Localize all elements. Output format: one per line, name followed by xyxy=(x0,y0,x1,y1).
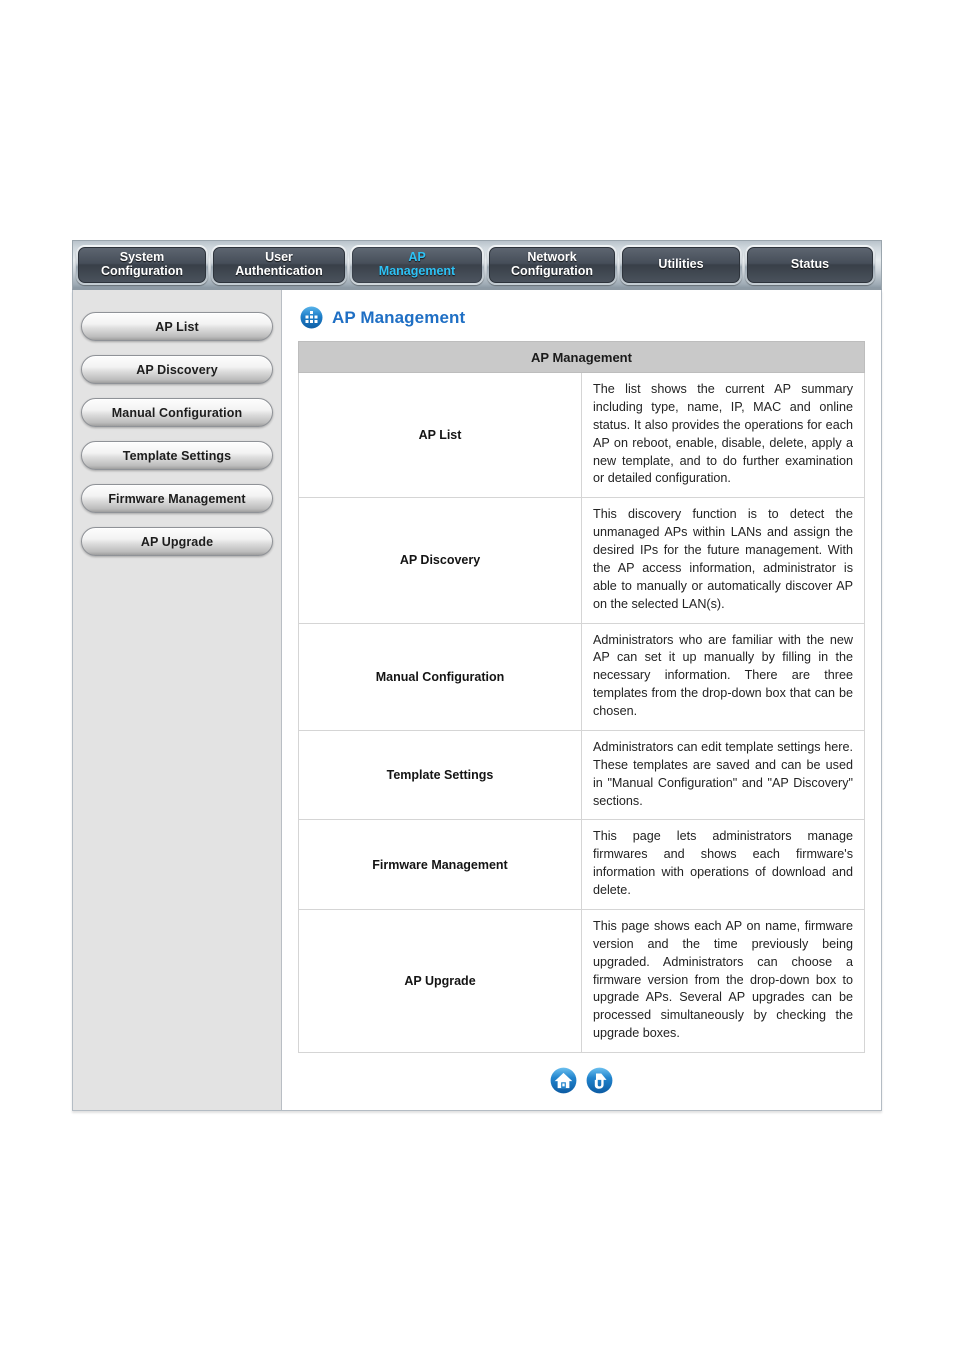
tab-ap-management-label-line2: Management xyxy=(378,263,456,278)
table-row: AP Upgrade This page shows each AP on na… xyxy=(298,908,865,1054)
sidebar-item-manual-configuration[interactable]: Manual Configuration xyxy=(81,398,273,427)
row-description-manual-configuration: Administrators who are familiar with the… xyxy=(581,622,865,731)
tab-system-configuration-label-line1: System xyxy=(119,250,165,264)
row-name-manual-configuration: Manual Configuration xyxy=(298,622,582,731)
tab-user-authentication-inner: User Authentication xyxy=(213,246,345,283)
back-to-top-icon[interactable] xyxy=(586,1067,613,1094)
sidebar-item-firmware-management[interactable]: Firmware Management xyxy=(81,484,273,513)
tab-ap-management[interactable]: AP Management xyxy=(350,244,484,285)
table-row: AP List The list shows the current AP su… xyxy=(298,371,865,499)
tab-utilities-inner: Utilities xyxy=(622,246,740,283)
row-name-ap-upgrade: AP Upgrade xyxy=(298,908,582,1054)
row-name-firmware-management: Firmware Management xyxy=(298,819,582,910)
tab-user-authentication-label-line2: Authentication xyxy=(235,263,323,278)
sidebar-item-ap-list-label: AP List xyxy=(155,319,199,334)
tab-utilities[interactable]: Utilities xyxy=(620,244,742,285)
sidebar-item-template-settings[interactable]: Template Settings xyxy=(81,441,273,470)
row-description-ap-discovery: This discovery function is to detect the… xyxy=(581,497,865,624)
content-panel: AP Management AP Management AP List The … xyxy=(282,290,881,1110)
main-tab-bar: System Configuration User Authentication… xyxy=(72,240,882,290)
table-row: Template Settings Administrators can edi… xyxy=(298,729,865,821)
tab-status-label: Status xyxy=(790,256,830,271)
tab-user-authentication-label-line1: User xyxy=(265,250,293,264)
row-name-ap-discovery: AP Discovery xyxy=(298,497,582,624)
row-description-template-settings: Administrators can edit template setting… xyxy=(581,729,865,821)
ap-management-info-table: AP Management AP List The list shows the… xyxy=(298,341,865,1054)
home-icon[interactable] xyxy=(550,1067,577,1094)
tab-network-configuration-inner: Network Configuration xyxy=(489,246,615,283)
tab-ap-management-inner: AP Management xyxy=(352,246,482,283)
table-row: Firmware Management This page lets admin… xyxy=(298,819,865,910)
tab-ap-management-label-line1: AP xyxy=(408,250,426,264)
grid-icon xyxy=(300,306,323,329)
tab-system-configuration-inner: System Configuration xyxy=(78,246,206,283)
sidebar: AP List AP Discovery Manual Configuratio… xyxy=(73,290,282,1110)
table-row: AP Discovery This discovery function is … xyxy=(298,497,865,624)
sidebar-item-ap-upgrade[interactable]: AP Upgrade xyxy=(81,527,273,556)
tab-network-configuration-label-line2: Configuration xyxy=(511,263,593,278)
tab-network-configuration-label-line1: Network xyxy=(527,250,577,264)
tab-user-authentication[interactable]: User Authentication xyxy=(211,244,347,285)
page-header: AP Management xyxy=(298,304,865,341)
page-title: AP Management xyxy=(332,307,466,327)
row-name-ap-list: AP List xyxy=(298,371,582,499)
sidebar-item-ap-discovery-label: AP Discovery xyxy=(136,362,218,377)
console-body: AP List AP Discovery Manual Configuratio… xyxy=(72,290,882,1111)
tab-system-configuration[interactable]: System Configuration xyxy=(76,244,208,285)
footer-icon-bar xyxy=(298,1053,865,1110)
sidebar-item-manual-configuration-label: Manual Configuration xyxy=(111,405,243,420)
row-description-ap-upgrade: This page shows each AP on name, firmwar… xyxy=(581,908,865,1054)
ap-management-console: System Configuration User Authentication… xyxy=(72,240,882,1111)
tab-system-configuration-label-line2: Configuration xyxy=(101,263,183,278)
row-name-template-settings: Template Settings xyxy=(298,729,582,821)
tab-status[interactable]: Status xyxy=(745,244,875,285)
tab-status-inner: Status xyxy=(747,246,873,283)
row-description-ap-list: The list shows the current AP summary in… xyxy=(581,371,865,499)
table-caption: AP Management xyxy=(298,341,865,373)
sidebar-item-ap-discovery[interactable]: AP Discovery xyxy=(81,355,273,384)
sidebar-item-firmware-management-label: Firmware Management xyxy=(108,491,246,506)
tab-utilities-label: Utilities xyxy=(658,256,704,271)
sidebar-item-ap-list[interactable]: AP List xyxy=(81,312,273,341)
sidebar-item-template-settings-label: Template Settings xyxy=(122,448,232,463)
table-row: Manual Configuration Administrators who … xyxy=(298,622,865,731)
table-header-row: AP Management xyxy=(298,341,865,373)
tab-network-configuration[interactable]: Network Configuration xyxy=(487,244,617,285)
sidebar-item-ap-upgrade-label: AP Upgrade xyxy=(140,534,214,549)
row-description-firmware-management: This page lets administrators manage fir… xyxy=(581,819,865,910)
